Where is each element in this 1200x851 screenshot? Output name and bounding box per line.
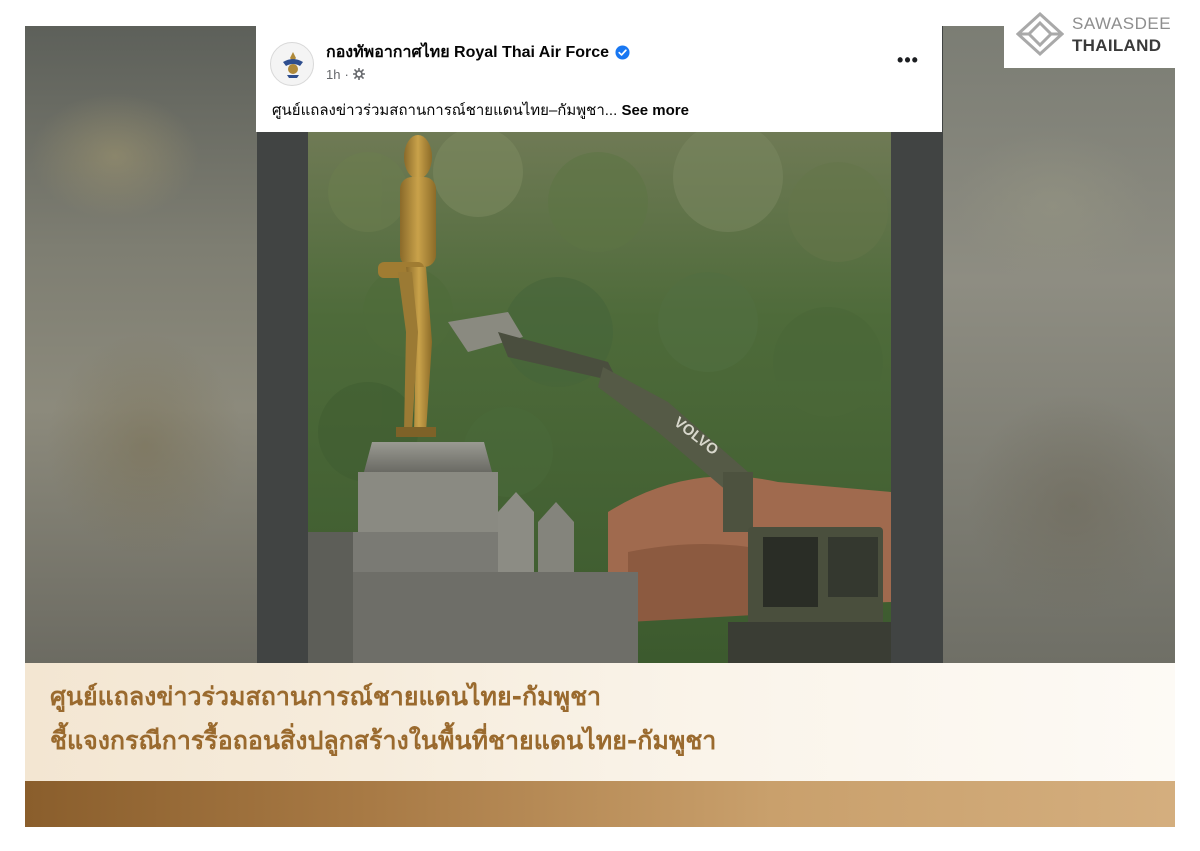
page-avatar[interactable]: [270, 42, 314, 86]
blurred-left-panel: [25, 26, 257, 663]
post-caption-text: ศูนย์แถลงข่าวร่วมสถานการณ์ชายแดนไทย–กัมพ…: [272, 102, 618, 119]
post-caption: ศูนย์แถลงข่าวร่วมสถานการณ์ชายแดนไทย–กัมพ…: [272, 98, 689, 122]
post-author-line: กองทัพอากาศไทย Royal Thai Air Force: [326, 42, 630, 62]
more-options-icon[interactable]: •••: [894, 48, 922, 72]
post-author[interactable]: กองทัพอากาศไทย Royal Thai Air Force: [326, 40, 609, 65]
verified-badge-icon: [615, 44, 630, 60]
headline-banner: ศูนย์แถลงข่าวร่วมสถานการณ์ชายแดนไทย-กัมพ…: [25, 663, 1175, 781]
facebook-post-header: กองทัพอากาศไทย Royal Thai Air Force 1h ·…: [256, 26, 942, 132]
blurred-right-panel: [943, 26, 1175, 663]
meta-separator: ·: [344, 66, 349, 82]
headline-line-2: ชี้แจงกรณีการรื้อถอนสิ่งปลูกสร้างในพื้นท…: [50, 726, 717, 755]
photo-scene: VOLVO: [308, 132, 891, 663]
rtaf-emblem-icon: [283, 52, 303, 78]
globe-gear-icon: [352, 68, 365, 80]
gold-footer-bar: [25, 781, 1175, 827]
sawasdee-diamond-icon: [1016, 12, 1064, 56]
post-photo[interactable]: VOLVO: [308, 132, 891, 663]
brand-line-1: SAWASDEE: [1072, 14, 1172, 33]
post-meta: 1h ·: [326, 66, 365, 82]
brand-line-2: THAILAND: [1072, 36, 1162, 55]
sawasdee-thailand-logo: SAWASDEE THAILAND: [1004, 0, 1184, 68]
headline-line-1: ศูนย์แถลงข่าวร่วมสถานการณ์ชายแดนไทย-กัมพ…: [50, 682, 602, 711]
see-more-link[interactable]: See more: [621, 102, 689, 119]
post-time[interactable]: 1h: [326, 67, 340, 82]
